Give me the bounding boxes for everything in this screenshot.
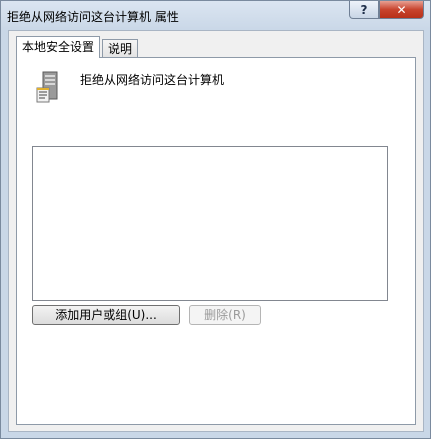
title-bar[interactable]: 拒绝从网络访问这台计算机 属性 ? ✕ bbox=[1, 1, 430, 29]
policy-name: 拒绝从网络访问这台计算机 bbox=[80, 73, 225, 87]
close-button[interactable]: ✕ bbox=[379, 1, 424, 19]
add-user-or-group-button[interactable]: 添加用户或组(U)... bbox=[32, 305, 180, 325]
window-title: 拒绝从网络访问这台计算机 属性 bbox=[7, 10, 179, 24]
remove-button[interactable]: 删除(R) bbox=[189, 305, 261, 325]
help-button[interactable]: ? bbox=[349, 1, 379, 19]
server-icon bbox=[36, 71, 58, 103]
dialog-body: 本地安全设置 说明 拒绝从网络访问这台计算机 添加用户或组(U)... 删除(R… bbox=[8, 30, 424, 432]
close-icon: ✕ bbox=[396, 2, 407, 17]
tab-panel: 拒绝从网络访问这台计算机 添加用户或组(U)... 删除(R) bbox=[16, 57, 416, 425]
tab-explain[interactable]: 说明 bbox=[102, 39, 139, 59]
user-group-list[interactable] bbox=[32, 146, 388, 301]
tab-local-security-setting[interactable]: 本地安全设置 bbox=[16, 36, 101, 58]
help-icon: ? bbox=[360, 2, 368, 17]
properties-window: 拒绝从网络访问这台计算机 属性 ? ✕ 本地安全设置 说明 拒绝从网络访问这台计… bbox=[0, 0, 431, 439]
